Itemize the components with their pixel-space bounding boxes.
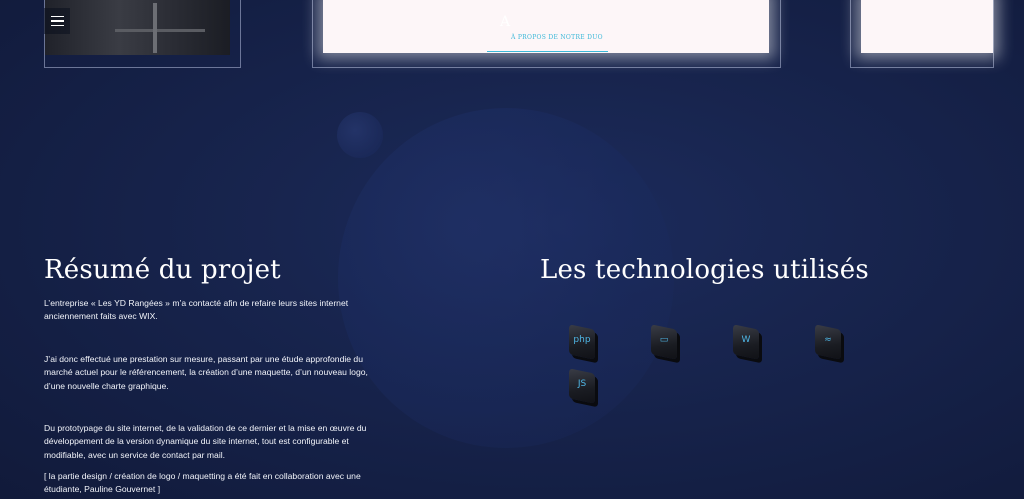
summary-note: [ la partie design / création de logo / … [44,471,361,495]
about-link[interactable]: À PROPOS DE NOTRE DUO [511,34,603,41]
background-small-orb [337,112,383,158]
hamburger-menu-icon[interactable] [44,8,70,34]
preview-image-center [323,0,769,53]
css-icon: ▭ [651,324,677,360]
preview-card-left[interactable] [44,0,241,68]
preview-image-right [861,0,993,53]
php-icon: php [569,324,595,360]
summary-title: Résumé du projet [44,255,281,285]
about-logo-glyph: A [500,14,511,30]
summary-paragraph: Du prototypage du site internet, de la v… [44,423,367,460]
preview-card-right[interactable] [850,0,994,68]
technologies-title: Les technologies utilisés [540,255,869,285]
wordpress-icon: W [733,324,759,360]
tailwind-icon: ≈ [815,324,841,360]
preview-image-left [45,0,230,55]
summary-paragraph: L’entreprise « Les YD Rangées » m’a cont… [44,298,349,322]
about-link-underline [487,51,608,52]
summary-paragraph: J’ai donc effectué une prestation sur me… [44,354,368,391]
javascript-icon: JS [569,368,595,404]
